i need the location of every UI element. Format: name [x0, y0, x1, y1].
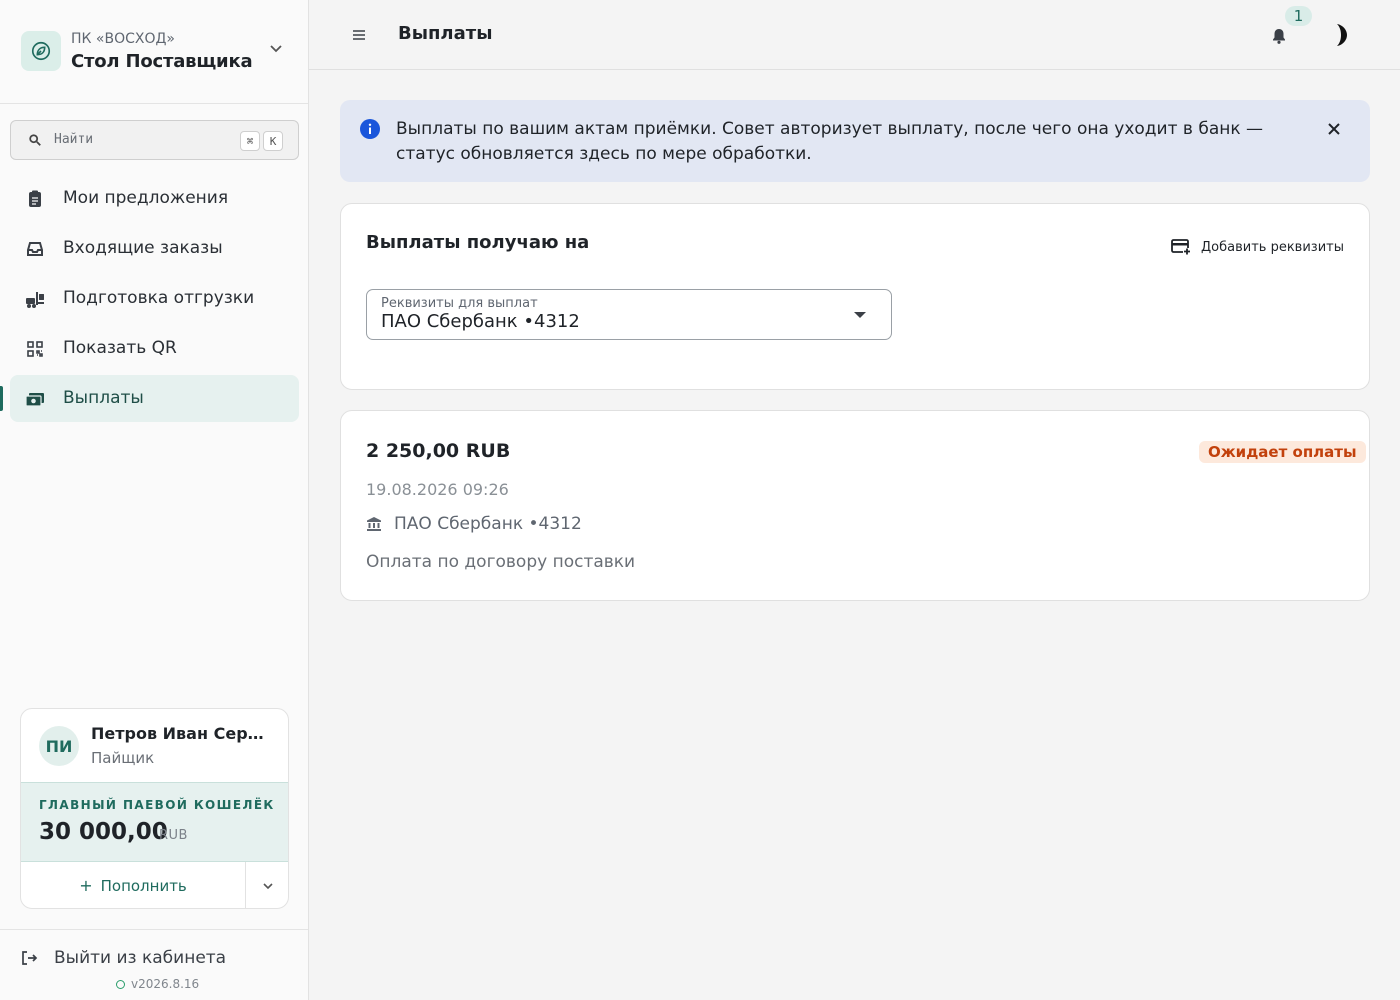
clipboard-icon	[29, 190, 41, 207]
user-role: Пайщик	[91, 749, 155, 767]
info-icon	[360, 119, 380, 139]
payment-description: Оплата по договору поставки	[366, 552, 636, 572]
sidebar-item-payouts[interactable]: Выплаты	[10, 375, 299, 422]
user-card: ПИ Петров Иван Сергеевич Пайщик ГЛАВНЫЙ …	[20, 708, 289, 909]
notification-badge: 1	[1285, 6, 1312, 26]
sidebar: ПК «ВОСХОД» Стол Поставщика Найти ⌘ K Мо…	[0, 0, 309, 1000]
leaf-coin-icon	[21, 31, 61, 71]
sidebar-item-offers[interactable]: Мои предложения	[10, 175, 299, 222]
payment-amount: 2 250,00 RUB	[366, 440, 511, 462]
menu-icon[interactable]	[350, 26, 368, 44]
logout-button[interactable]: Выйти из кабинета	[20, 944, 226, 972]
avatar: ПИ	[39, 726, 79, 766]
close-icon[interactable]	[1325, 120, 1343, 138]
payment-bank: ПАО Сбербанк •4312	[366, 514, 582, 534]
version-label: v2026.8.16	[131, 977, 200, 991]
sidebar-item-incoming-orders[interactable]: Входящие заказы	[10, 225, 299, 272]
info-banner: Выплаты по вашим актам приёмки. Совет ав…	[340, 100, 1370, 182]
bank-label: ПАО Сбербанк •4312	[394, 514, 582, 534]
dropdown-arrow-icon	[854, 312, 866, 318]
topup-menu-button[interactable]	[245, 862, 288, 908]
wallet-panel: ГЛАВНЫЙ ПАЕВОЙ КОШЕЛЁК 30 000,00 RUB	[21, 782, 288, 862]
search-icon	[29, 134, 41, 146]
sidebar-item-label: Выплаты	[63, 388, 144, 408]
shortcut-key-k: K	[263, 131, 283, 151]
org-subtitle: ПК «ВОСХОД»	[71, 31, 175, 47]
payment-card: 2 250,00 RUB Ожидает оплаты 19.08.2026 0…	[340, 410, 1370, 601]
topup-label: Пополнить	[100, 876, 187, 895]
qr-code-icon	[27, 341, 43, 357]
chevron-down-icon[interactable]	[268, 40, 284, 56]
org-switcher[interactable]: ПК «ВОСХОД» Стол Поставщика	[0, 0, 308, 104]
add-card-icon	[1171, 239, 1191, 255]
sidebar-item-label: Входящие заказы	[63, 238, 223, 258]
org-name: Стол Поставщика	[71, 51, 253, 72]
card-title: Выплаты получаю на	[366, 232, 590, 253]
page-title: Выплаты	[398, 23, 493, 44]
logout-icon	[22, 951, 38, 965]
info-text: Выплаты по вашим актам приёмки. Совет ав…	[396, 119, 1264, 164]
logout-label: Выйти из кабинета	[54, 948, 227, 968]
wallet-currency: RUB	[159, 828, 188, 843]
moon-icon[interactable]	[1328, 21, 1354, 49]
plus-icon: +	[79, 875, 93, 895]
user-name: Петров Иван Сергеевич	[91, 724, 271, 743]
active-indicator	[0, 386, 3, 411]
divider	[0, 929, 308, 930]
bell-icon[interactable]	[1270, 27, 1288, 45]
status-badge: Ожидает оплаты	[1199, 441, 1366, 463]
status-dot-icon	[116, 979, 125, 989]
payout-details-card: Выплаты получаю на Добавить реквизиты Ре…	[340, 203, 1370, 390]
add-requisites-label: Добавить реквизиты	[1201, 239, 1344, 255]
topbar: Выплаты 1	[309, 0, 1400, 70]
sidebar-item-shipment-prep[interactable]: Подготовка отгрузки	[10, 275, 299, 322]
requisites-select[interactable]: Реквизиты для выплат ПАО Сбербанк •4312	[366, 289, 892, 340]
select-value: ПАО Сбербанк •4312	[381, 311, 580, 332]
topup-button[interactable]: + Пополнить	[21, 862, 245, 908]
wallet-amount: 30 000,00	[39, 819, 168, 845]
wallet-title: ГЛАВНЫЙ ПАЕВОЙ КОШЕЛЁК	[39, 798, 275, 812]
cash-icon	[25, 393, 44, 407]
bank-icon	[367, 517, 381, 531]
sidebar-item-label: Показать QR	[63, 338, 177, 358]
add-requisites-button[interactable]: Добавить реквизиты	[1159, 232, 1356, 262]
sidebar-item-label: Подготовка отгрузки	[63, 288, 255, 308]
chevron-down-icon	[263, 882, 273, 889]
sidebar-item-label: Мои предложения	[63, 188, 229, 208]
search-placeholder: Найти	[54, 132, 94, 147]
select-label: Реквизиты для выплат	[381, 296, 538, 311]
shortcut-key-cmd: ⌘	[240, 131, 260, 151]
forklift-icon	[26, 292, 44, 308]
sidebar-item-show-qr[interactable]: Показать QR	[10, 325, 299, 372]
inbox-icon	[27, 242, 43, 256]
search-input[interactable]: Найти ⌘ K	[10, 120, 299, 160]
version-info: v2026.8.16	[116, 977, 199, 991]
payment-datetime: 19.08.2026 09:26	[366, 480, 509, 499]
